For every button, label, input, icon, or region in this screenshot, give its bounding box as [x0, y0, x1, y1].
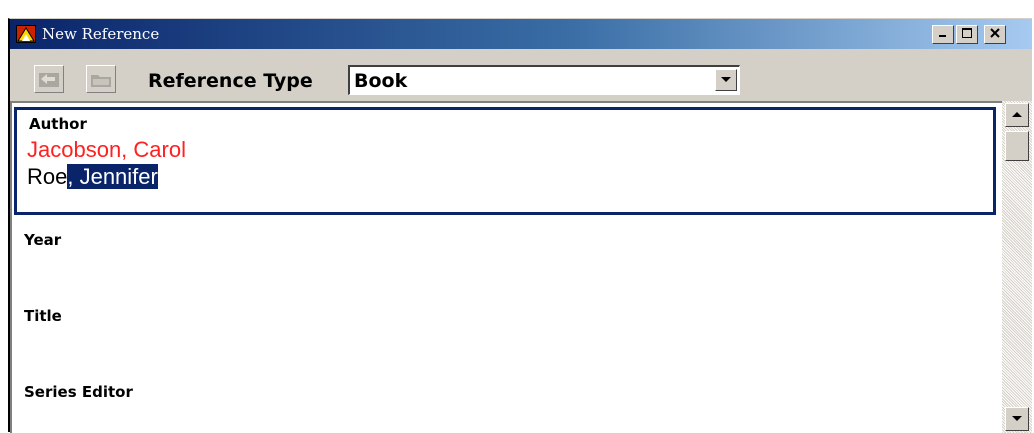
- reference-type-label: Reference Type: [148, 70, 313, 92]
- back-button[interactable]: [34, 65, 64, 93]
- back-arrow-icon: [39, 73, 59, 87]
- scroll-thumb[interactable]: [1005, 131, 1029, 161]
- author-line-2-text: Roe: [27, 164, 68, 189]
- title-field[interactable]: [22, 329, 992, 369]
- close-button[interactable]: [984, 25, 1006, 44]
- year-field[interactable]: [22, 253, 992, 293]
- window-title: New Reference: [42, 25, 160, 43]
- author-line-1[interactable]: Jacobson, Carol: [27, 137, 186, 163]
- series-editor-label: Series Editor: [24, 383, 133, 401]
- reference-type-select[interactable]: Book: [348, 65, 740, 95]
- scroll-up-button[interactable]: [1005, 103, 1029, 127]
- toolbar: Reference Type Book: [10, 49, 1032, 101]
- reference-fields-panel: Author Jacobson, Carol Roe, Jennifer Yea…: [10, 101, 1002, 433]
- minimize-icon: [939, 35, 946, 37]
- year-label: Year: [24, 231, 62, 249]
- close-icon: [990, 28, 1000, 38]
- maximize-icon: [962, 28, 972, 38]
- minimize-button[interactable]: [932, 25, 954, 44]
- author-label: Author: [29, 115, 87, 133]
- title-bar[interactable]: New Reference: [10, 19, 1032, 49]
- folder-icon: [91, 75, 111, 87]
- selected-text: , Jennifer: [67, 164, 158, 189]
- series-editor-field[interactable]: [22, 405, 992, 433]
- vertical-scrollbar[interactable]: [1002, 101, 1032, 433]
- chevron-down-icon: [721, 77, 731, 82]
- maximize-button[interactable]: [956, 25, 978, 44]
- arrow-down-icon: [1012, 416, 1022, 421]
- author-line-2[interactable]: Roe, Jennifer: [27, 164, 158, 190]
- arrow-up-icon: [1012, 112, 1022, 117]
- title-label: Title: [24, 307, 62, 325]
- endnote-app-icon[interactable]: [16, 25, 36, 43]
- scroll-down-button[interactable]: [1005, 407, 1029, 431]
- dropdown-button[interactable]: [715, 69, 737, 91]
- author-field[interactable]: Author Jacobson, Carol Roe, Jennifer: [14, 107, 996, 215]
- folder-button[interactable]: [86, 65, 116, 93]
- reference-type-value: Book: [354, 70, 408, 92]
- new-reference-window: New Reference Reference Type Book Author: [8, 18, 1032, 433]
